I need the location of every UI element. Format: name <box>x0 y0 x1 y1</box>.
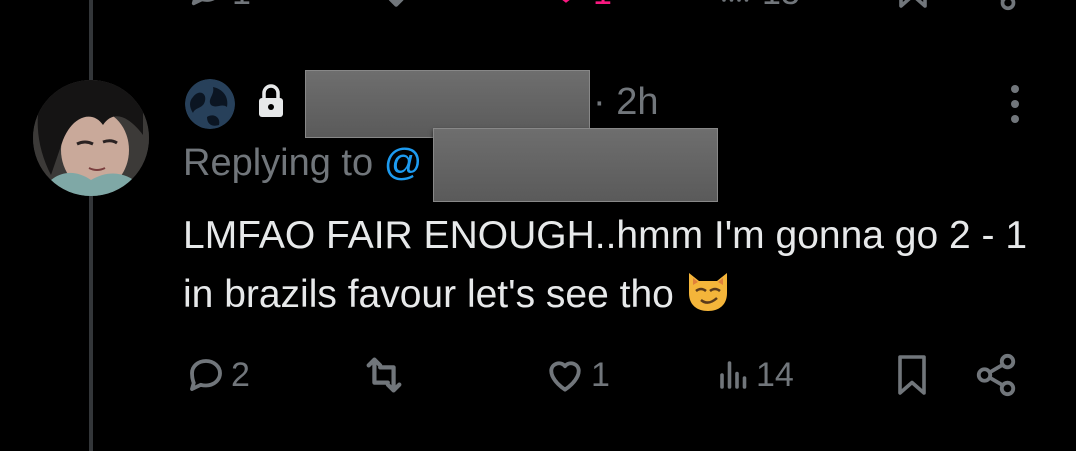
previous-like-count: 1 <box>593 0 612 13</box>
previous-tweet-action-bar: 1 1 13 <box>0 0 1076 20</box>
bookmark-icon <box>898 355 926 395</box>
redacted-mention-box <box>433 128 718 202</box>
share-button[interactable] <box>973 350 1019 400</box>
replying-to-line: Replying to @ <box>183 138 422 188</box>
previous-view-count: 13 <box>762 0 800 13</box>
views-icon <box>722 0 749 2</box>
tweet-timestamp[interactable]: · 2h <box>593 78 659 126</box>
views-icon <box>720 361 747 389</box>
heart-icon <box>549 361 581 392</box>
tweet-text: LMFAO FAIR ENOUGH..hmm I'm gonna go 2 - … <box>183 214 1028 316</box>
views-button[interactable]: 14 <box>716 350 794 400</box>
tweet-body: LMFAO FAIR ENOUGH..hmm I'm gonna go 2 - … <box>183 206 1063 324</box>
previous-reply-count: 1 <box>232 0 251 13</box>
avatar-image <box>33 80 149 196</box>
previous-share-icon[interactable] <box>975 0 1019 12</box>
previous-bookmark-icon[interactable] <box>895 0 931 10</box>
reply-count: 2 <box>231 355 250 394</box>
heart-filled-icon <box>562 0 570 3</box>
tweet-action-bar: 2 1 14 <box>0 350 1076 400</box>
bookmark-button[interactable] <box>893 350 931 400</box>
timestamp-text: 2h <box>616 81 659 123</box>
globe-badge-icon <box>185 79 235 129</box>
retweet-icon <box>366 357 402 393</box>
smirking-cat-emoji-icon <box>685 267 731 313</box>
share-icon <box>976 353 1016 397</box>
retweet-button[interactable] <box>361 350 411 400</box>
like-button[interactable]: 1 <box>543 350 610 400</box>
reply-icon <box>190 359 222 391</box>
mention-link[interactable]: @ <box>384 142 423 184</box>
previous-retweet-icon[interactable] <box>365 0 409 12</box>
more-options-button[interactable] <box>1000 82 1030 126</box>
reply-button[interactable]: 2 <box>185 350 250 400</box>
user-avatar[interactable] <box>33 80 149 196</box>
vertical-dots-icon <box>1011 85 1019 123</box>
like-count: 1 <box>591 355 610 394</box>
view-count: 14 <box>756 355 794 394</box>
replying-to-label: Replying to <box>183 142 374 184</box>
lock-icon <box>256 83 286 119</box>
reply-icon <box>191 0 215 6</box>
